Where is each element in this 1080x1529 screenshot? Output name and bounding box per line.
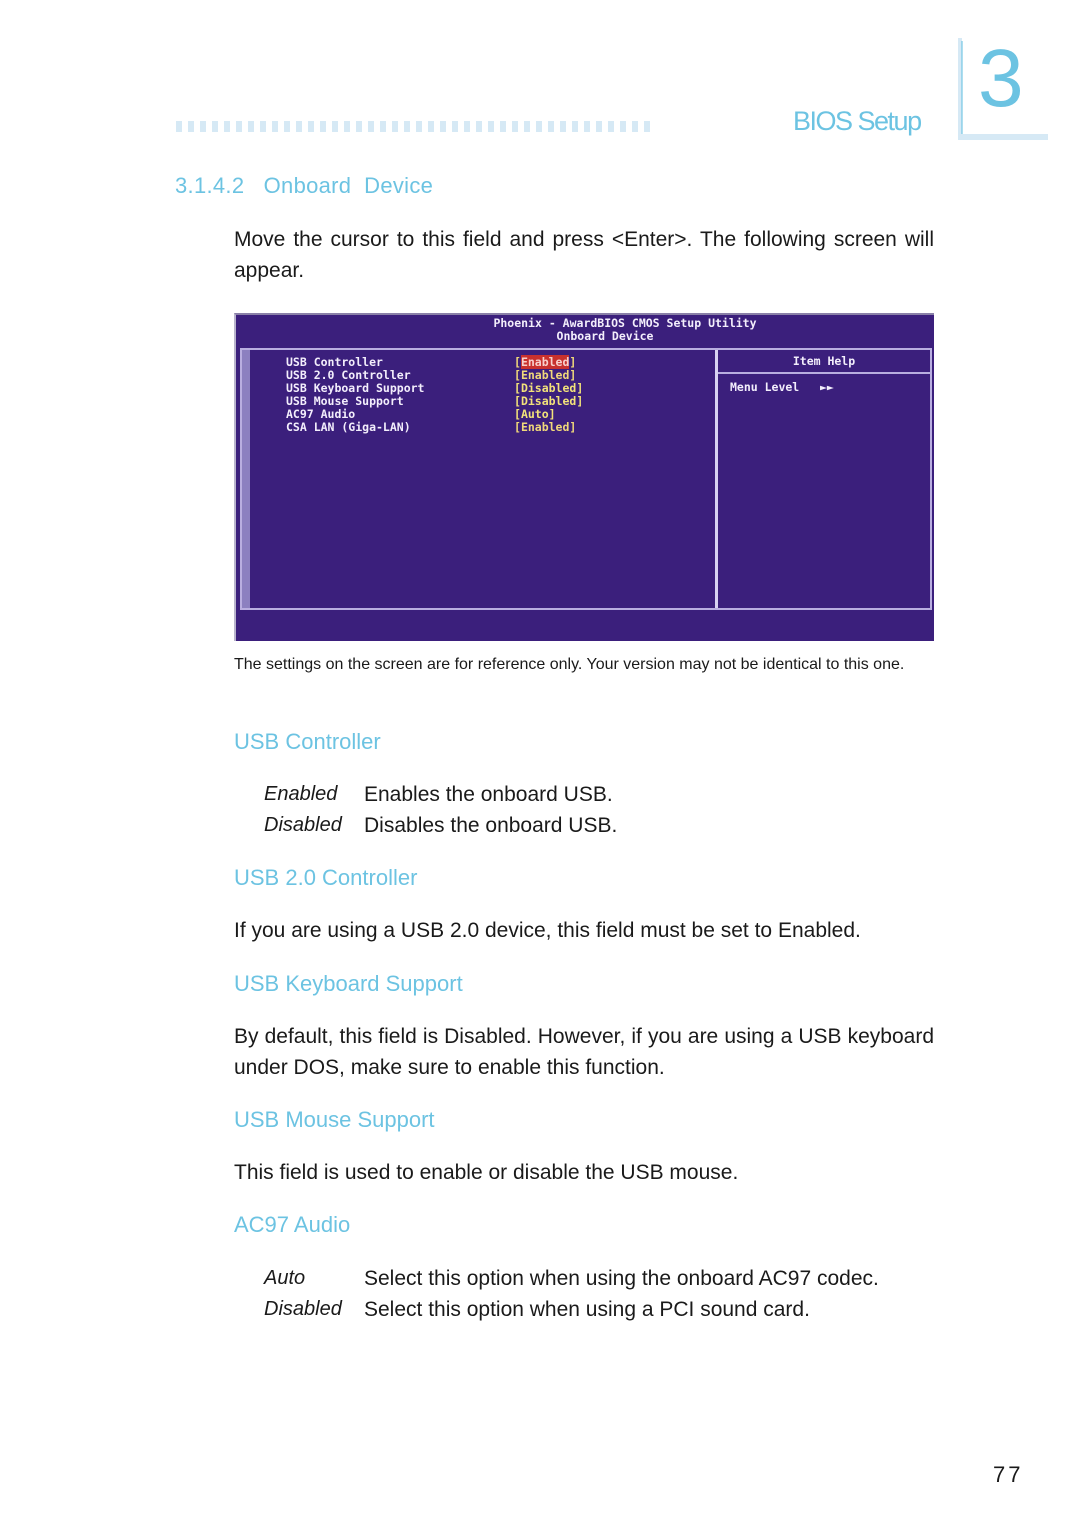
bios-setting-value-text: Disabled (520, 394, 577, 408)
header-dot (452, 121, 458, 132)
bios-menu-level: Menu Level ►► (730, 380, 834, 394)
usb20-paragraph: If you are using a USB 2.0 device, this … (234, 919, 861, 942)
header-dot (188, 121, 194, 132)
header-dot (260, 121, 266, 132)
bios-frame-edge (242, 350, 250, 608)
option-row: Disabled Select this option when using a… (264, 1298, 810, 1322)
header-dot (176, 121, 182, 132)
header-dot (644, 121, 650, 132)
header-dot (404, 121, 410, 132)
heading-usb-controller: USB Controller (234, 729, 381, 754)
heading-usb-keyboard: USB Keyboard Support (234, 971, 463, 996)
chapter-tab-inner-rule (961, 41, 963, 136)
header-dot (344, 121, 350, 132)
header-dot (524, 121, 530, 132)
header-dot (560, 121, 566, 132)
header-dot (200, 121, 206, 132)
usb-keyboard-paragraph: By default, this field is Disabled. Howe… (234, 1025, 934, 1079)
header-dot (632, 121, 638, 132)
option-row: Auto Select this option when using the o… (264, 1267, 879, 1291)
bios-title: Phoenix - AwardBIOS CMOS Setup Utility O… (236, 317, 934, 343)
header-dot (392, 121, 398, 132)
option-key: Disabled (264, 1298, 342, 1320)
bios-setting-value-text: Disabled (520, 381, 577, 395)
header-dot (380, 121, 386, 132)
bios-key-hint: F1:General Help (795, 640, 934, 641)
bios-setting-label: CSA LAN (Giga-LAN) (286, 420, 411, 434)
bios-key-hint: F10:Save (622, 640, 709, 641)
bios-setting-value[interactable]: [Enabled] (514, 421, 576, 434)
bios-key-hint: Enter:Select (351, 640, 472, 641)
header-dot (296, 121, 302, 132)
header-dot (416, 121, 422, 132)
intro-paragraph: Move the cursor to this field and press … (234, 228, 934, 282)
chapter-tab-horizontal-rule (958, 134, 1048, 140)
bios-key-hint: ↑↓→←:Move (256, 640, 351, 641)
page-number: 77 (993, 1462, 1024, 1487)
heading-usb20-controller: USB 2.0 Controller (234, 865, 418, 890)
option-desc: Enables the onboard USB. (364, 783, 613, 806)
header-dot (332, 121, 338, 132)
header-dot (308, 121, 314, 132)
header-dot (440, 121, 446, 132)
screenshot-caption: The settings on the screen are for refer… (234, 656, 905, 673)
header-dot (488, 121, 494, 132)
bios-screenshot: Phoenix - AwardBIOS CMOS Setup Utility O… (234, 313, 934, 641)
chapter-title: BIOS Setup (793, 106, 922, 136)
bios-setting-value-text: Enabled (520, 368, 570, 382)
heading-usb-mouse: USB Mouse Support (234, 1107, 435, 1132)
option-desc: Select this option when using the onboar… (364, 1267, 879, 1290)
header-dot (428, 121, 434, 132)
bios-footer-line-1: ↑↓→←:MoveEnter:Select+/-/PU/PD:ValueF10:… (236, 640, 934, 641)
header-dot (548, 121, 554, 132)
header-dot-rule (176, 121, 650, 132)
header-dot (356, 121, 362, 132)
option-row: Disabled Disables the onboard USB. (264, 814, 617, 838)
bios-item-list: USB Controller [Enabled] USB 2.0 Controlle… (286, 355, 583, 434)
header-dot (476, 121, 482, 132)
header-dot (572, 121, 578, 132)
header-dot (464, 121, 470, 132)
chapter-number: 3 (978, 33, 1024, 124)
section-title: 3.1.4.2 Onboard Device (175, 173, 434, 198)
bios-key-hint: ESC:Exit (709, 640, 795, 641)
bios-panel-divider (715, 350, 718, 608)
option-key: Auto (264, 1267, 306, 1289)
header-dot (620, 121, 626, 132)
header-dot (500, 121, 506, 132)
heading-ac97-audio: AC97 Audio (234, 1212, 351, 1237)
header-dot (584, 121, 590, 132)
option-key: Disabled (264, 814, 342, 836)
header-dot (284, 121, 290, 132)
usb-mouse-paragraph: This field is used to enable or disable … (234, 1161, 739, 1184)
bios-title-page: Onboard Device (556, 329, 654, 343)
bios-setting-value-text: Auto (520, 407, 549, 421)
header-dot (608, 121, 614, 132)
header-dot (212, 121, 218, 132)
option-desc: Select this option when using a PCI soun… (364, 1298, 810, 1321)
chapter-tab: 3 (958, 33, 1048, 140)
header-dot (320, 121, 326, 132)
bios-setting-value-text: Enabled (520, 355, 570, 369)
header-dot (512, 121, 518, 132)
bios-key-hint: +/-/PU/PD:Value (473, 640, 622, 641)
header-dot (272, 121, 278, 132)
header-dot (536, 121, 542, 132)
bios-setting-row[interactable]: CSA LAN (Giga-LAN) [Enabled] (286, 421, 583, 434)
option-row: Enabled Enables the onboard USB. (264, 783, 613, 807)
option-key: Enabled (264, 783, 338, 805)
option-desc: Disables the onboard USB. (364, 814, 618, 837)
bios-item-help-header: Item Help (718, 350, 930, 374)
header-dot (368, 121, 374, 132)
header-dot (236, 121, 242, 132)
header-dot (248, 121, 254, 132)
header-dot (596, 121, 602, 132)
bios-footer: ↑↓→←:MoveEnter:Select+/-/PU/PD:ValueF10:… (236, 614, 934, 641)
bios-setting-value-text: Enabled (520, 420, 570, 434)
bios-frame: USB Controller [Enabled] USB 2.0 Controlle… (240, 348, 932, 610)
header-dot (224, 121, 230, 132)
